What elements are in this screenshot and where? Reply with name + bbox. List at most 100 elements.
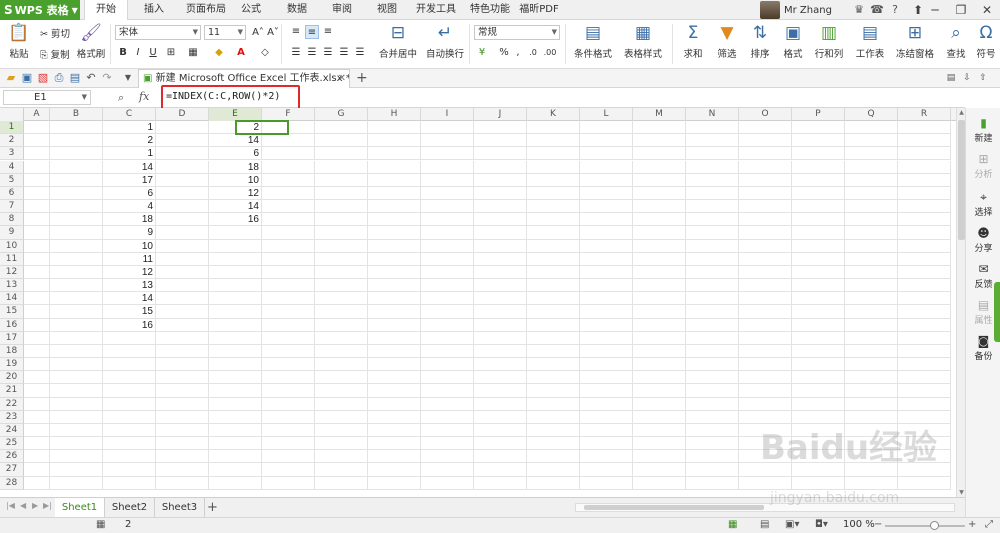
column-header-o[interactable]: O [739,108,792,121]
cell-f16[interactable] [262,318,315,332]
cell-g16[interactable] [315,318,368,332]
cell-b4[interactable] [50,160,103,174]
zoom-out-icon[interactable]: − [874,519,882,530]
cell-l9[interactable] [580,226,633,240]
column-header-a[interactable]: A [24,108,50,121]
cell-m27[interactable] [633,463,686,477]
cell-l18[interactable] [580,344,633,359]
cell-f13[interactable] [262,279,315,293]
cell-i24[interactable] [421,423,474,438]
cell-k14[interactable] [527,292,580,306]
cell-r24[interactable] [898,423,951,438]
fill-color-icon[interactable]: ◆ [212,46,226,60]
cell-c6[interactable]: 6 [103,186,156,200]
cell-j2[interactable] [474,134,527,148]
cell-m17[interactable] [633,331,686,345]
cell-r6[interactable] [898,186,951,200]
cell-b2[interactable] [50,134,103,148]
row-col-button[interactable]: ▥ 行和列 [810,23,848,60]
cell-e5[interactable]: 10 [209,173,262,187]
cell-h14[interactable] [368,292,421,306]
cell-r23[interactable] [898,410,951,424]
font-grow-icon[interactable]: A˄ [251,26,265,40]
cell-g8[interactable] [315,213,368,227]
row-header-8[interactable]: 8 [0,213,24,227]
cell-e17[interactable] [209,331,262,345]
cell-k8[interactable] [527,213,580,227]
cell-g14[interactable] [315,292,368,306]
cell-k27[interactable] [527,463,580,477]
cell-j14[interactable] [474,292,527,306]
row-header-12[interactable]: 12 [0,265,24,280]
cell-l10[interactable] [580,239,633,253]
share-icon[interactable]: ⇧ [976,71,990,85]
cell-d25[interactable] [156,437,209,451]
cell-b9[interactable] [50,226,103,240]
cell-o18[interactable] [739,344,792,359]
cell-k1[interactable] [527,121,580,135]
next-sheet-icon[interactable]: ▶ [32,501,38,510]
symbol-button[interactable]: Ω 符号 [972,23,1000,60]
cell-o19[interactable] [739,358,792,372]
cell-n27[interactable] [686,463,739,477]
column-header-j[interactable]: J [474,108,527,121]
fullscreen-icon[interactable]: ⤢ [985,519,993,530]
cell-a6[interactable] [24,186,50,200]
row-header-11[interactable]: 11 [0,252,24,266]
cell-o12[interactable] [739,265,792,280]
cell-b8[interactable] [50,213,103,227]
cell-q28[interactable] [845,476,898,490]
cell-c8[interactable]: 18 [103,213,156,227]
cell-k26[interactable] [527,450,580,464]
cell-f11[interactable] [262,252,315,266]
cell-f28[interactable] [262,476,315,490]
cell-c21[interactable] [103,384,156,398]
cell-o11[interactable] [739,252,792,266]
cell-p13[interactable] [792,279,845,293]
row-header-15[interactable]: 15 [0,305,24,319]
cell-r1[interactable] [898,121,951,135]
vertical-scrollbar[interactable]: ▲ ▼ [956,108,965,497]
cell-n23[interactable] [686,410,739,424]
cell-r12[interactable] [898,265,951,280]
cell-o3[interactable] [739,147,792,161]
cell-n1[interactable] [686,121,739,135]
cell-f12[interactable] [262,265,315,280]
currency-icon[interactable]: ¥ [475,46,489,60]
last-sheet-icon[interactable]: ▶| [43,501,52,510]
cell-p5[interactable] [792,173,845,187]
cell-c9[interactable]: 9 [103,226,156,240]
cell-f3[interactable] [262,147,315,161]
cell-e20[interactable] [209,371,262,385]
cell-k24[interactable] [527,423,580,438]
cell-d11[interactable] [156,252,209,266]
cell-m14[interactable] [633,292,686,306]
cell-o23[interactable] [739,410,792,424]
cell-j13[interactable] [474,279,527,293]
cell-r18[interactable] [898,344,951,359]
cell-p8[interactable] [792,213,845,227]
cell-e13[interactable] [209,279,262,293]
cell-m11[interactable] [633,252,686,266]
cell-b24[interactable] [50,423,103,438]
cell-m6[interactable] [633,186,686,200]
cell-h13[interactable] [368,279,421,293]
cell-q19[interactable] [845,358,898,372]
cell-m2[interactable] [633,134,686,148]
cell-a1[interactable] [24,121,50,135]
cell-l8[interactable] [580,213,633,227]
cell-h16[interactable] [368,318,421,332]
tab-page-layout[interactable]: 页面布局 [178,0,234,20]
cell-f25[interactable] [262,437,315,451]
cell-h1[interactable] [368,121,421,135]
cell-j11[interactable] [474,252,527,266]
align-left-icon[interactable]: ☰ [289,46,303,60]
cell-g13[interactable] [315,279,368,293]
cell-c1[interactable]: 1 [103,121,156,135]
cell-f18[interactable] [262,344,315,359]
cell-p28[interactable] [792,476,845,490]
cell-e19[interactable] [209,358,262,372]
cell-h3[interactable] [368,147,421,161]
horizontal-scroll-thumb[interactable] [584,505,764,510]
merge-style-icon[interactable]: ▦ [186,46,200,60]
